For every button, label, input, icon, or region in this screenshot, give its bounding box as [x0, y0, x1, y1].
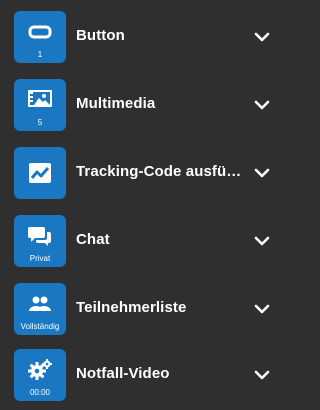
row-chat[interactable]: Privat Chat	[0, 208, 283, 276]
chevron-down-icon[interactable]	[254, 369, 270, 381]
chevron-down-icon[interactable]	[254, 167, 270, 179]
emergency-video-tile[interactable]: 00:00	[14, 349, 66, 401]
emergency-video-label: Notfall-Video	[76, 365, 170, 382]
multimedia-label: Multimedia	[76, 95, 156, 112]
chevron-down-icon[interactable]	[254, 99, 270, 111]
tracking-tile[interactable]	[14, 147, 66, 199]
row-participants[interactable]: Vollständig Teilnehmerliste	[0, 276, 283, 344]
button-icon	[27, 20, 53, 44]
row-multimedia[interactable]: 5 Multimedia	[0, 72, 283, 140]
button-tile[interactable]: 1	[14, 11, 66, 63]
multimedia-count: 5	[37, 118, 43, 127]
tracking-label: Tracking-Code ausführen	[76, 163, 244, 180]
chart-icon	[27, 161, 53, 185]
button-label: Button	[76, 27, 125, 44]
chat-label: Chat	[76, 231, 110, 248]
chat-icon	[27, 224, 53, 248]
chevron-down-icon[interactable]	[254, 235, 270, 247]
participants-icon	[27, 292, 53, 316]
gears-icon	[27, 358, 53, 382]
multimedia-tile[interactable]: 5	[14, 79, 66, 131]
chat-sub: Privat	[29, 254, 51, 263]
row-button[interactable]: 1 Button	[0, 4, 283, 72]
chat-tile[interactable]: Privat	[14, 215, 66, 267]
button-count: 1	[37, 50, 43, 59]
participants-sub: Vollständig	[20, 322, 60, 331]
row-tracking-code[interactable]: Tracking-Code ausführen	[0, 140, 283, 208]
row-emergency-video[interactable]: 00:00 Notfall-Video	[0, 342, 283, 410]
participants-label: Teilnehmerliste	[76, 299, 187, 316]
emergency-video-time: 00:00	[29, 388, 51, 397]
chevron-down-icon[interactable]	[254, 303, 270, 315]
participants-tile[interactable]: Vollständig	[14, 283, 66, 335]
chevron-down-icon[interactable]	[254, 31, 270, 43]
multimedia-icon	[27, 88, 53, 112]
panel-list: 1 Button 5 Multimedia Tracking-Code ausf…	[0, 0, 283, 410]
